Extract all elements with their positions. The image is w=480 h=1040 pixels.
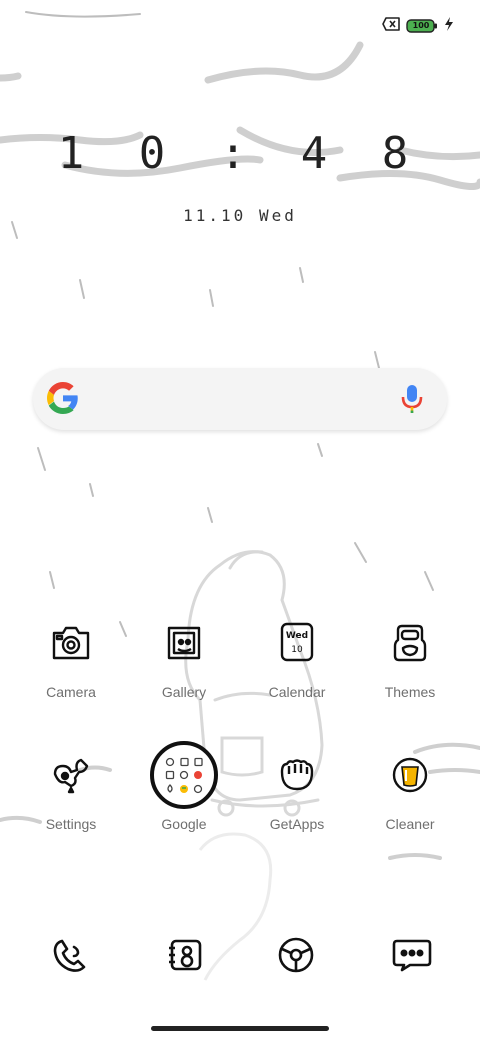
battery-level: 100: [412, 20, 430, 30]
camera-icon: [36, 608, 106, 678]
dock-browser[interactable]: [256, 925, 336, 989]
settings-icon: [36, 740, 106, 810]
clock-date[interactable]: 11.10 Wed: [0, 206, 480, 225]
google-folder-icon: [149, 740, 219, 810]
contacts-icon: [167, 938, 203, 976]
google-search-bar[interactable]: [33, 368, 447, 430]
cleaner-icon: [375, 740, 445, 810]
app-cleaner[interactable]: Cleaner: [355, 740, 465, 832]
calendar-date: 10: [291, 645, 303, 655]
messages-icon: [392, 938, 432, 976]
app-label: GetApps: [269, 816, 325, 832]
app-label: Gallery: [161, 684, 207, 700]
app-label: Cleaner: [385, 816, 435, 832]
mic-icon[interactable]: [401, 384, 423, 418]
browser-icon: [277, 936, 315, 978]
app-label: Calendar: [268, 684, 326, 700]
status-bar: 100: [382, 16, 454, 35]
calendar-day: Wed: [285, 631, 309, 641]
app-settings[interactable]: Settings: [16, 740, 126, 832]
phone-icon: [52, 937, 88, 977]
app-label: Themes: [384, 684, 436, 700]
app-camera[interactable]: Camera: [16, 608, 126, 700]
app-themes[interactable]: Themes: [355, 608, 465, 700]
app-label: Camera: [46, 684, 96, 700]
dock-messages[interactable]: [372, 925, 452, 989]
clock-time[interactable]: 1 0 : 4 8: [0, 128, 480, 179]
app-google-folder[interactable]: Google: [129, 740, 239, 832]
gesture-nav-bar[interactable]: [151, 1026, 329, 1031]
app-getapps[interactable]: GetApps: [242, 740, 352, 832]
lightning-icon: [444, 16, 454, 35]
battery-icon: 100: [406, 18, 438, 33]
themes-icon: [375, 608, 445, 678]
no-sim-icon: [382, 16, 400, 35]
app-label: Settings: [45, 816, 97, 832]
getapps-icon: [262, 740, 332, 810]
app-label: Google: [161, 816, 207, 832]
calendar-icon: Wed 10: [262, 608, 332, 678]
google-g-icon: [47, 382, 79, 418]
dock-contacts[interactable]: [145, 925, 225, 989]
dock-phone[interactable]: [30, 925, 110, 989]
app-gallery[interactable]: Gallery: [129, 608, 239, 700]
app-calendar[interactable]: Wed 10 Calendar: [242, 608, 352, 700]
gallery-icon: [149, 608, 219, 678]
